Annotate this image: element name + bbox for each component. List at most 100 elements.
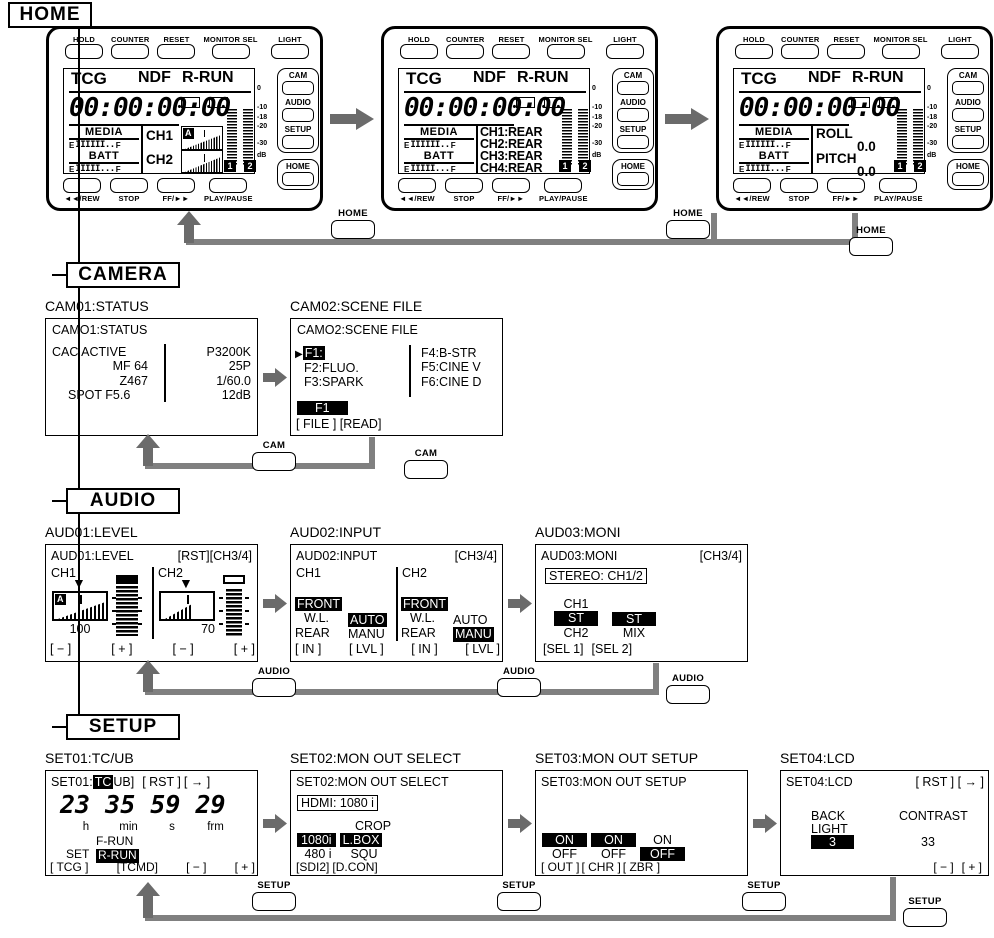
setup3-on-chr[interactable]: ON [591,833,636,848]
scene-file-row-2[interactable]: F3:SPARK [295,375,407,389]
setup4-sk-minus[interactable]: [ − ] [933,860,953,875]
button-light-3[interactable]: LIGHT [941,35,979,59]
button-monitor-sel-key[interactable] [546,44,585,59]
setup-return-key-4[interactable]: SETUP [903,896,947,927]
button-rew-key[interactable] [733,178,771,193]
button-play-pause-key[interactable] [544,178,583,193]
setup1-frun[interactable]: F-RUN [96,834,133,849]
button-counter-1[interactable]: COUNTER [111,35,149,59]
side-audio-key[interactable] [952,108,984,122]
audio-return-key-1[interactable]: AUDIO [252,666,296,697]
side-audio-key[interactable] [617,108,649,122]
setup3-sk-out[interactable]: [ OUT ] [541,860,579,875]
setup3-on-out[interactable]: ON [542,833,587,848]
setup2-sk-sdi2[interactable]: [SDI2] [296,860,329,875]
camera-return-key-2-cap[interactable] [404,460,448,479]
button-hold-key[interactable] [735,44,773,59]
setup1-tc[interactable]: TC [92,775,114,790]
setup3-on-zbr[interactable]: ON [640,833,685,847]
home-return-key-2[interactable]: HOME [666,208,710,239]
button-light-key[interactable] [606,44,644,59]
camera-return-key-1-cap[interactable] [252,452,296,471]
button-play-pause-key[interactable] [879,178,918,193]
audio2-ch2-front[interactable]: FRONT [401,597,449,612]
button-rew-1[interactable]: ◄◄/REW [63,178,101,203]
scene-file-row-0[interactable]: ▶ F1: [295,346,407,361]
audio2-ch1-wl[interactable]: W.L. [295,611,343,625]
setup1-sk-tcg[interactable]: [ TCG ] [50,860,88,875]
setup1-ub[interactable]: UB] [113,775,134,789]
home-return-key-2-cap[interactable] [666,220,710,239]
audio2-sk-lvl-2[interactable]: [ LVL ] [465,642,500,656]
scene-file-row-3[interactable]: F4:B-STR [421,346,481,360]
audio3-sk-sel1[interactable]: [SEL 1] [543,642,584,656]
audio3-col2-sel[interactable]: ST [612,612,656,627]
home-return-key-1-cap[interactable] [331,220,375,239]
button-hold-key[interactable] [65,44,103,59]
side-cam-key[interactable] [282,81,314,95]
setup1-arrow[interactable]: [ → ] [184,775,210,789]
side-home-key[interactable] [282,172,314,186]
button-light-key[interactable] [271,44,309,59]
audio3-sk-sel2[interactable]: [SEL 2] [592,642,633,656]
scene-file-row-5[interactable]: F6:CINE D [421,375,481,389]
button-counter-key[interactable] [111,44,150,59]
button-light-1[interactable]: LIGHT [271,35,309,59]
button-stop-1[interactable]: STOP [110,178,148,203]
side-cam-key[interactable] [952,81,984,95]
audio-return-key-3[interactable]: AUDIO [666,673,710,704]
button-light-key[interactable] [941,44,979,59]
audio-sk-minus-1[interactable]: [ − ] [50,642,71,656]
audio-return-key-3-cap[interactable] [666,685,710,704]
button-monitor-sel-key[interactable] [211,44,250,59]
button-reset-1[interactable]: RESET [157,35,196,59]
setup1-sk-tcmd[interactable]: [TCMD] [117,860,158,875]
audio-return-key-2-cap[interactable] [497,678,541,697]
side-audio-key[interactable] [282,108,314,122]
audio-sk-minus-2[interactable]: [ − ] [173,642,194,656]
button-hold-1[interactable]: HOLD [65,35,103,59]
audio-sk-plus-2[interactable]: [ + ] [234,642,255,656]
button-ff-2[interactable]: FF/►► [492,178,530,203]
button-hold-2[interactable]: HOLD [400,35,438,59]
button-ff-1[interactable]: FF/►► [157,178,195,203]
audio2-ch2-wl[interactable]: W.L. [401,611,449,625]
audio-sk-plus-1[interactable]: [ + ] [111,642,132,656]
home-return-key-3[interactable]: HOME [849,225,893,256]
audio2-sk-lvl-1[interactable]: [ LVL ] [349,642,384,656]
button-counter-2[interactable]: COUNTER [446,35,484,59]
scene-file-row-1[interactable]: F2:FLUO. [295,361,407,375]
audio2-ch1-rear[interactable]: REAR [295,626,343,640]
audio2-sk-in-1[interactable]: [ IN ] [295,642,321,656]
side-setup-key[interactable] [617,135,649,149]
audio-return-key-2[interactable]: AUDIO [497,666,541,697]
setup-return-key-1[interactable]: SETUP [252,880,296,911]
button-reset-key[interactable] [157,44,196,59]
setup4-sk-plus[interactable]: [ + ] [962,860,982,875]
home-return-key-1[interactable]: HOME [331,208,375,239]
audio2-ch2-manu[interactable]: MANU [453,627,494,642]
side-home-key[interactable] [952,172,984,186]
button-reset-2[interactable]: RESET [492,35,531,59]
setup1-sk-minus[interactable]: [ − ] [186,860,206,875]
home-return-key-3-cap[interactable] [849,237,893,256]
button-reset-key[interactable] [827,44,866,59]
button-stop-2[interactable]: STOP [445,178,483,203]
setup2-lbox[interactable]: L.BOX [339,833,383,848]
camera-return-key-1[interactable]: CAM [252,440,296,471]
button-rew-3[interactable]: ◄◄/REW [733,178,771,203]
camera-return-key-2[interactable]: CAM [404,448,448,479]
setup3-sk-chr[interactable]: [ CHR ] [581,860,620,875]
setup4-arrow[interactable]: [ → ] [958,775,984,789]
button-play-pause-2[interactable]: PLAY/PAUSE [539,178,588,203]
side-setup-key[interactable] [952,135,984,149]
side-cam-key[interactable] [617,81,649,95]
button-play-pause-key[interactable] [209,178,248,193]
setup-return-key-2[interactable]: SETUP [497,880,541,911]
button-monitor-sel-3[interactable]: MONITOR SEL [873,35,927,59]
button-play-pause-3[interactable]: PLAY/PAUSE [874,178,923,203]
button-rew-2[interactable]: ◄◄/REW [398,178,436,203]
button-stop-key[interactable] [445,178,483,193]
audio2-ch1-manu[interactable]: MANU [348,627,394,641]
setup4-rst[interactable]: [ RST ] [915,775,954,789]
